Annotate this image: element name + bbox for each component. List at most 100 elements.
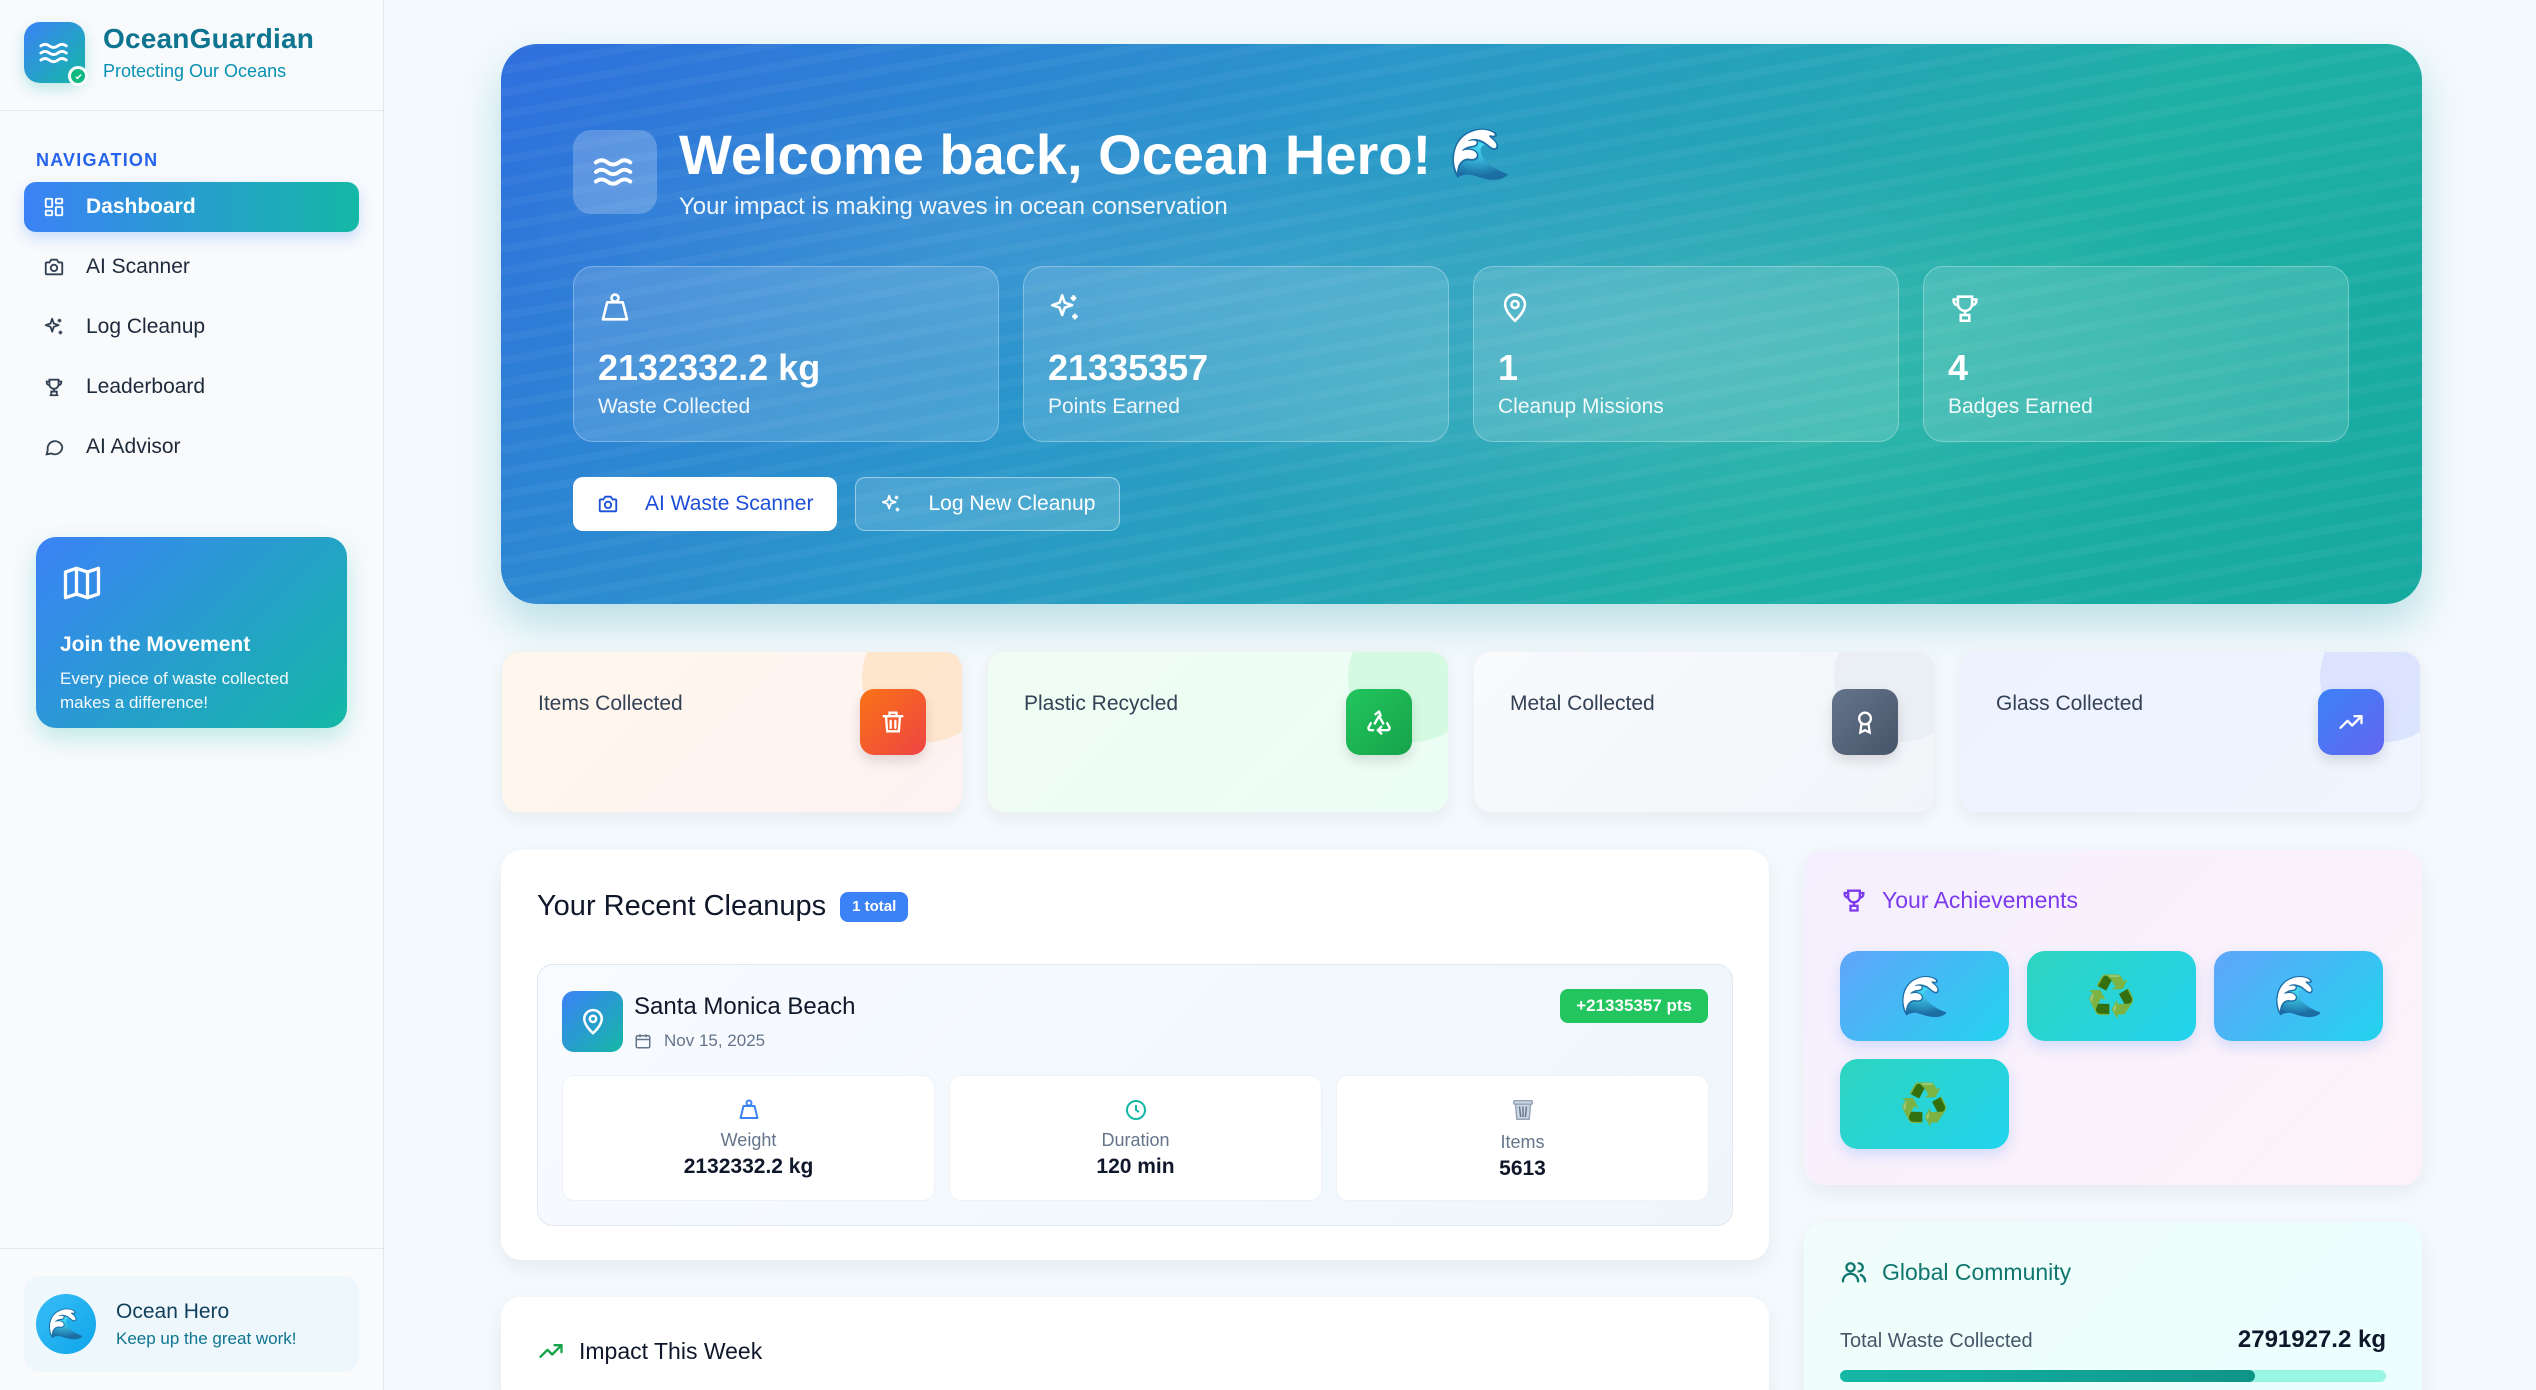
sidebar: OceanGuardian Protecting Our Oceans NAVI… — [0, 0, 384, 1390]
avatar: 🌊 — [36, 1294, 96, 1354]
stat-value: 4 — [1948, 347, 1969, 388]
user-card[interactable]: 🌊 Ocean Hero Keep up the great work! — [24, 1276, 359, 1372]
stat-value: 21335357 — [1048, 347, 1209, 388]
achievement-badge[interactable]: ♻️ — [1840, 1059, 2009, 1149]
achievement-badge[interactable]: ♻️ — [2027, 951, 2196, 1041]
sidebar-item-leaderboard[interactable]: Leaderboard — [24, 362, 359, 412]
hero-subtitle: Your impact is making waves in ocean con… — [679, 193, 1228, 220]
nav-heading: NAVIGATION — [36, 150, 159, 170]
stat-label: Points Earned — [1048, 395, 1180, 418]
hero-actions: AI Waste Scanner Log New Cleanup — [573, 477, 1121, 531]
sidebar-item-log-cleanup[interactable]: Log Cleanup — [24, 302, 359, 352]
sidebar-item-ai-scanner[interactable]: AI Scanner — [24, 242, 359, 292]
wave-emoji-icon: 🌊 — [1899, 974, 1950, 1019]
category-card-glass[interactable]: Glass Collected — [1959, 651, 2421, 813]
panel-title: Global Community — [1840, 1258, 2071, 1286]
badge-grid: 🌊 ♻️ 🌊 ♻️ — [1840, 951, 2400, 1149]
brand-tagline: Protecting Our Oceans — [103, 61, 287, 81]
trophy-icon — [1840, 886, 1868, 914]
button-label: AI Waste Scanner — [645, 492, 814, 515]
recycle-icon — [1346, 689, 1412, 755]
total-waste-value: 2791927.2 kg — [2237, 1326, 2386, 1353]
stat-card-waste: 2132332.2 kg Waste Collected — [573, 266, 999, 442]
sidebar-item-ai-advisor[interactable]: AI Advisor — [24, 422, 359, 472]
brand-name: OceanGuardian — [103, 23, 315, 54]
stat-card-points: 21335357 Points Earned — [1023, 266, 1449, 442]
wave-emoji-icon: 🌊 — [2273, 974, 2324, 1019]
sidebar-item-dashboard[interactable]: Dashboard — [24, 182, 359, 232]
trash-icon — [860, 689, 926, 755]
users-icon — [1840, 1258, 1868, 1286]
sparkles-icon — [1048, 291, 1424, 325]
brand[interactable]: OceanGuardian Protecting Our Oceans — [24, 22, 315, 86]
sidebar-item-label: AI Advisor — [86, 435, 181, 458]
stats-row: 2132332.2 kg Waste Collected 21335357 Po… — [573, 266, 2349, 442]
stat-value: 1 — [1498, 347, 1519, 388]
community-title: Global Community — [1882, 1258, 2072, 1285]
promo-card: Join the Movement Every piece of waste c… — [36, 537, 347, 728]
achievements-title: Your Achievements — [1882, 886, 2079, 913]
category-label: Metal Collected — [1510, 692, 1655, 715]
points-badge: +21335357 pts — [1560, 989, 1708, 1023]
sidebar-item-label: AI Scanner — [86, 255, 190, 278]
user-subtitle: Keep up the great work! — [116, 1328, 297, 1348]
waves-icon — [573, 129, 657, 214]
category-card-metal[interactable]: Metal Collected — [1473, 651, 1935, 813]
cleanup-date-text: Nov 15, 2025 — [664, 1031, 766, 1050]
wave-emoji-icon: 🌊 — [1449, 126, 1512, 182]
map-pin-icon — [562, 991, 623, 1052]
weight-icon — [598, 291, 974, 325]
cleanup-card[interactable]: Santa Monica Beach Nov 15, 2025 +2133535… — [537, 964, 1733, 1226]
sparkles-icon — [42, 315, 66, 339]
sidebar-item-label: Log Cleanup — [86, 315, 206, 338]
sidebar-nav: Dashboard AI Scanner Log Cleanup Leaderb… — [24, 182, 359, 482]
divider — [0, 1248, 384, 1249]
chat-bubble-icon — [42, 435, 66, 459]
cleanup-location: Santa Monica Beach — [634, 993, 856, 1020]
achievement-badge[interactable]: 🌊 — [1840, 951, 2009, 1041]
cleanup-metrics: Weight 2132332.2 kg Duration 120 min Ite… — [562, 1075, 1709, 1201]
recent-cleanups-title: Your Recent Cleanups — [537, 890, 827, 922]
recycle-emoji-icon: ♻️ — [1899, 1082, 1950, 1127]
stat-value: 2132332.2 kg — [598, 347, 821, 388]
promo-text: Every piece of waste collected makes a d… — [60, 669, 289, 712]
achievement-badge[interactable]: 🌊 — [2214, 951, 2383, 1041]
ai-waste-scanner-button[interactable]: AI Waste Scanner — [573, 477, 838, 531]
clock-icon — [1124, 1098, 1148, 1122]
waves-icon — [24, 22, 88, 86]
metric-value: 120 min — [1096, 1154, 1175, 1178]
map-pin-icon — [1498, 291, 1874, 325]
trending-up-icon — [2318, 689, 2384, 755]
category-cards: Items Collected Plastic Recycled Metal C… — [501, 651, 2421, 813]
achievements-panel: Your Achievements 🌊 ♻️ 🌊 ♻️ — [1804, 850, 2422, 1185]
sidebar-item-label: Dashboard — [86, 195, 196, 218]
calendar-icon — [634, 1032, 652, 1050]
community-progress-bar — [1840, 1370, 2386, 1382]
category-label: Plastic Recycled — [1024, 692, 1179, 715]
stat-label: Cleanup Missions — [1498, 395, 1664, 418]
welcome-hero: Welcome back, Ocean Hero! 🌊 Your impact … — [501, 44, 2422, 604]
divider — [0, 110, 384, 111]
wave-emoji-icon: 🌊 — [47, 1307, 85, 1341]
recycle-emoji-icon: ♻️ — [2086, 974, 2137, 1019]
category-card-plastic[interactable]: Plastic Recycled — [987, 651, 1449, 813]
metric-value: 2132332.2 kg — [683, 1154, 814, 1178]
stat-card-badges: 4 Badges Earned — [1923, 266, 2349, 442]
impact-this-week-panel: Impact This Week — [501, 1297, 1769, 1390]
promo-title: Join the Movement — [60, 633, 251, 656]
page-title: Welcome back, Ocean Hero! — [679, 123, 1432, 186]
impact-title: Impact This Week — [579, 1337, 763, 1364]
count-badge: 1 total — [840, 891, 909, 922]
category-card-items[interactable]: Items Collected — [501, 651, 963, 813]
total-waste-label: Total Waste Collected — [1840, 1330, 2033, 1352]
metric-value: 5613 — [1499, 1156, 1546, 1180]
button-label: Log New Cleanup — [928, 492, 1096, 515]
metric-label: Duration — [1101, 1129, 1170, 1150]
log-new-cleanup-button[interactable]: Log New Cleanup — [855, 477, 1121, 531]
award-icon — [1832, 689, 1898, 755]
sparkles-icon — [880, 493, 902, 515]
wastebasket-icon — [1509, 1096, 1537, 1124]
trending-up-icon — [537, 1337, 565, 1365]
cleanup-date: Nov 15, 2025 — [634, 1031, 765, 1051]
metric-label: Items — [1500, 1131, 1545, 1152]
